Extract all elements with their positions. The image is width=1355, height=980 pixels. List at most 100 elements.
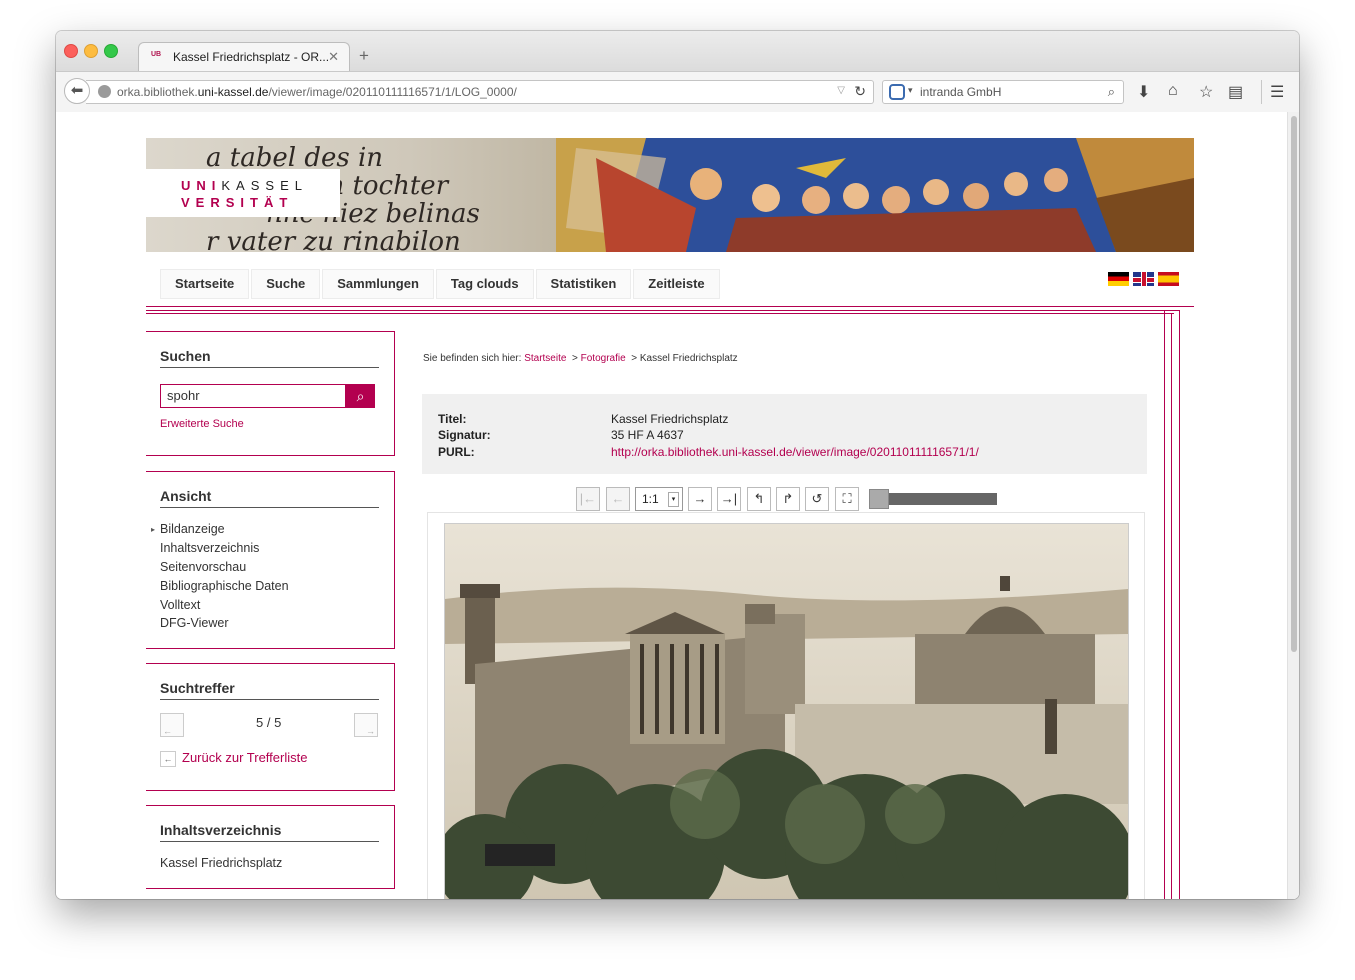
- menu-icon[interactable]: ☰: [1270, 82, 1284, 102]
- site-page: a tabel des in mumen tochter nne hiez be…: [146, 112, 1194, 899]
- reset-icon: ↺: [811, 491, 823, 506]
- nav-zeitleiste[interactable]: Zeitleiste: [633, 269, 720, 299]
- rotate-left-button[interactable]: ↰: [747, 487, 771, 511]
- globe-icon: [98, 85, 111, 98]
- nav-sammlungen[interactable]: Sammlungen: [322, 269, 434, 299]
- reading-list-icon[interactable]: ▤: [1228, 82, 1243, 102]
- rotate-right-icon: ↱: [782, 491, 794, 506]
- flag-english-icon[interactable]: [1133, 272, 1154, 286]
- toc-title: Inhaltsverzeichnis: [160, 822, 379, 842]
- zoom-slider-handle[interactable]: [868, 489, 889, 509]
- navigation-toolbar: orka.bibliothek.uni-kassel.de/viewer/ima…: [56, 71, 1299, 113]
- breadcrumb: Sie befinden sich hier: Startseite > Fot…: [423, 353, 738, 364]
- url-bar[interactable]: orka.bibliothek.uni-kassel.de/viewer/ima…: [86, 80, 874, 104]
- bookmark-star-icon[interactable]: ☆: [1199, 82, 1213, 102]
- last-page-icon: →|: [720, 491, 738, 506]
- meta-value-purl-link[interactable]: http://orka.bibliothek.uni-kassel.de/vie…: [611, 445, 979, 459]
- reset-view-button[interactable]: ↺: [805, 487, 829, 511]
- browser-search-bar[interactable]: ▾ intranda GmbH ⌕: [882, 80, 1124, 104]
- search-box-title: Suchen: [160, 348, 379, 368]
- flag-spanish-icon[interactable]: [1158, 272, 1179, 286]
- search-icon: ⌕: [356, 388, 365, 404]
- download-icon[interactable]: ⬇: [1137, 82, 1150, 102]
- view-item-volltext[interactable]: Volltext: [160, 598, 200, 612]
- nav-statistiken[interactable]: Statistiken: [535, 269, 632, 299]
- decorative-line: [1179, 310, 1180, 899]
- search-engine-dropdown-icon[interactable]: ▾: [908, 85, 913, 96]
- flag-german-icon[interactable]: [1108, 272, 1129, 286]
- breadcrumb-fotografie[interactable]: Fotografie: [581, 353, 626, 364]
- zoom-window-button[interactable]: [104, 44, 118, 58]
- view-item-bildanzeige[interactable]: Bildanzeige: [160, 522, 225, 536]
- reload-icon[interactable]: ↻: [854, 83, 866, 100]
- search-hits-title: Suchtreffer: [160, 680, 379, 700]
- toc-item[interactable]: Kassel Friedrichsplatz: [160, 856, 282, 870]
- header-banner: a tabel des in mumen tochter nne hiez be…: [146, 138, 1194, 252]
- previous-hit-icon: ←: [163, 726, 172, 736]
- back-to-results-link[interactable]: ← Zurück zur Trefferliste: [160, 750, 307, 767]
- tab-title: Kassel Friedrichsplatz - OR...: [173, 50, 330, 64]
- chevron-down-icon: ▾: [668, 492, 679, 507]
- back-button[interactable]: ⬅: [64, 78, 90, 104]
- scrollbar-thumb[interactable]: [1291, 116, 1297, 652]
- view-item-inhaltsverzeichnis[interactable]: Inhaltsverzeichnis: [160, 541, 259, 555]
- browser-tab[interactable]: UB Kassel Friedrichsplatz - OR... ✕: [138, 42, 350, 72]
- first-page-icon: |←: [579, 491, 597, 506]
- meta-label-signature: Signatur:: [438, 428, 491, 442]
- meta-value-signature: 35 HF A 4637: [611, 428, 684, 442]
- next-hit-button[interactable]: →: [354, 713, 378, 737]
- search-box: Suchen spohr ⌕ Erweiterte Suche: [146, 331, 395, 456]
- search-engine-icon[interactable]: [889, 84, 905, 100]
- fullscreen-button[interactable]: ⛶: [835, 487, 859, 511]
- decorative-line: [1171, 313, 1172, 899]
- view-box-title: Ansicht: [160, 488, 379, 508]
- ub-favicon-icon: UB: [151, 51, 162, 58]
- uni-kassel-logo[interactable]: UNIKASSEL VERSITÄT: [146, 169, 340, 217]
- magnifier-icon[interactable]: ⌕: [1108, 84, 1115, 100]
- search-hits-box: Suchtreffer ← 5 / 5 → ← Zurück zur Treffe…: [146, 663, 395, 791]
- page-scrollbar[interactable]: [1287, 112, 1299, 899]
- nav-startseite[interactable]: Startseite: [160, 269, 250, 299]
- close-window-button[interactable]: [64, 44, 78, 58]
- search-submit-button[interactable]: ⌕: [346, 384, 375, 408]
- sepia-photo-image: [445, 524, 1128, 899]
- previous-hit-button[interactable]: ←: [160, 713, 184, 737]
- home-icon[interactable]: ⌂: [1168, 82, 1178, 100]
- advanced-search-link[interactable]: Erweiterte Suche: [160, 418, 244, 430]
- search-engine-label: intranda GmbH: [920, 85, 1002, 99]
- last-page-button[interactable]: →|: [717, 487, 741, 511]
- title-bar: UB Kassel Friedrichsplatz - OR... ✕ +: [56, 31, 1299, 72]
- first-page-button[interactable]: |←: [576, 487, 600, 511]
- language-switcher: [1108, 272, 1179, 286]
- meta-value-title: Kassel Friedrichsplatz: [611, 412, 729, 426]
- image-viewer[interactable]: [427, 512, 1145, 899]
- decorative-line: [146, 310, 1180, 311]
- decorative-line: [146, 306, 1194, 307]
- view-box: Ansicht ▸ Bildanzeige Inhaltsverzeichnis…: [146, 471, 395, 649]
- new-tab-button[interactable]: +: [359, 46, 369, 66]
- back-arrow-icon: ←: [160, 750, 176, 767]
- zoom-select[interactable]: 1:1 ▾: [635, 487, 683, 511]
- meta-label-purl: PURL:: [438, 445, 475, 459]
- previous-page-button[interactable]: ←: [606, 487, 630, 511]
- view-item-seitenvorschau[interactable]: Seitenvorschau: [160, 560, 246, 574]
- meta-label-title: Titel:: [438, 412, 467, 426]
- next-page-icon: →: [693, 491, 707, 506]
- view-item-dfg-viewer[interactable]: DFG-Viewer: [160, 616, 229, 630]
- next-page-button[interactable]: →: [688, 487, 712, 511]
- decorative-line: [1164, 310, 1165, 899]
- url-history-dropdown-icon[interactable]: ▽: [837, 85, 845, 96]
- search-input[interactable]: spohr: [160, 384, 346, 408]
- active-item-arrow-icon: ▸: [151, 525, 156, 534]
- nav-suche[interactable]: Suche: [251, 269, 321, 299]
- tab-close-icon[interactable]: ✕: [328, 49, 339, 65]
- rotate-left-icon: ↰: [753, 491, 765, 506]
- nav-tag-clouds[interactable]: Tag clouds: [435, 269, 534, 299]
- rotate-right-button[interactable]: ↱: [776, 487, 800, 511]
- previous-page-icon: ←: [611, 491, 625, 506]
- view-item-bibliographische-daten[interactable]: Bibliographische Daten: [160, 579, 289, 593]
- toc-box: Inhaltsverzeichnis Kassel Friedrichsplat…: [146, 805, 395, 889]
- breadcrumb-startseite[interactable]: Startseite: [524, 353, 566, 364]
- minimize-window-button[interactable]: [84, 44, 98, 58]
- manuscript-illumination: [556, 138, 1194, 252]
